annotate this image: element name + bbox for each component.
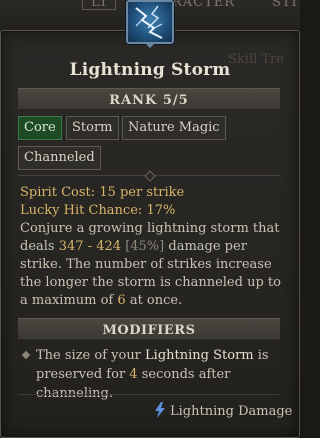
skill-title: Lightning Storm <box>69 60 231 80</box>
damage-type-label: Lightning Damage <box>170 404 293 419</box>
skill-icon <box>124 0 176 48</box>
damage-range: 347 - 424 <box>58 239 122 254</box>
damage-type: Lightning Damage <box>154 402 292 421</box>
lightning-storm-icon <box>126 0 174 44</box>
lucky-hit-label: Lucky Hit Chance: <box>20 203 143 218</box>
lucky-hit-value: 17% <box>146 203 176 218</box>
modifier-part-1: The size of your <box>36 348 141 363</box>
rank-bar: RANK 5/5 <box>18 88 280 110</box>
tab-character[interactable]: RACTER <box>172 0 235 10</box>
modifier-skill-ref: Lightning Storm <box>145 348 254 363</box>
max-count: 6 <box>117 293 126 308</box>
tag-storm: Storm <box>66 116 119 140</box>
modifiers-header: MODIFIERS <box>18 318 280 340</box>
bottom-divider <box>18 394 280 395</box>
description-part-3: at once. <box>129 293 183 308</box>
lightning-bolt-icon <box>155 402 165 418</box>
damage-percent: [45%] <box>125 239 165 254</box>
tag-nature-magic: Nature Magic <box>122 116 226 140</box>
tag-channeled: Channeled <box>18 146 101 170</box>
modifier-seconds: 4 <box>129 367 138 382</box>
modifiers-label: MODIFIERS <box>102 323 196 338</box>
rank-label: RANK 5/5 <box>109 93 189 108</box>
spirit-cost-label: Spirit Cost: <box>20 185 96 200</box>
tab-li[interactable]: LI <box>82 0 116 10</box>
spirit-cost-line: Spirit Cost: 15 per strike <box>20 184 284 202</box>
tag-core: Core <box>18 116 62 140</box>
tab-stats[interactable]: STI <box>272 0 298 10</box>
lucky-hit-line: Lucky Hit Chance: 17% <box>20 202 284 220</box>
skill-stats: Spirit Cost: 15 per strike Lucky Hit Cha… <box>20 184 284 310</box>
spirit-cost-value: 15 per strike <box>99 185 185 200</box>
icon-notch <box>144 42 156 48</box>
skill-description: Conjure a growing lightning storm that d… <box>20 220 284 310</box>
